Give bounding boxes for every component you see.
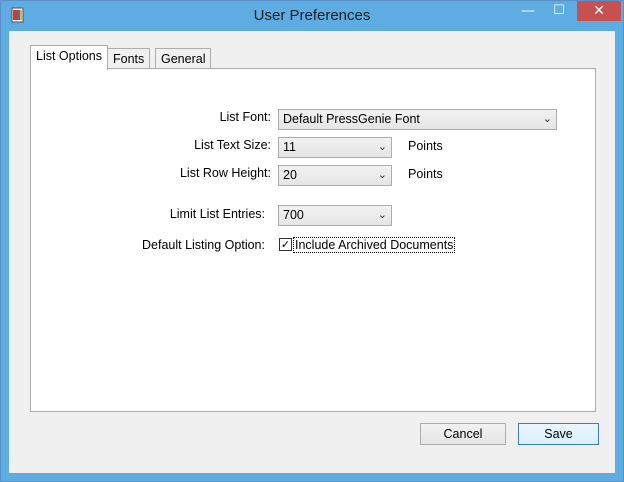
title-bar[interactable]: User Preferences — ☐ ✕ — [1, 1, 623, 31]
minimize-icon: — — [521, 3, 535, 19]
minimize-button[interactable]: — — [513, 1, 543, 21]
list-font-label: List Font: — [219, 110, 271, 124]
limit-list-entries-select[interactable]: 700 ⌄ — [278, 205, 392, 226]
check-mark-icon: ✓ — [280, 238, 291, 251]
preferences-window: User Preferences — ☐ ✕ List Options Font… — [0, 0, 624, 482]
tab-general[interactable]: General — [155, 48, 212, 70]
list-row-height-label: List Row Height: — [179, 166, 271, 180]
list-text-size-unit: Points — [408, 139, 443, 153]
chevron-down-icon: ⌄ — [542, 113, 552, 125]
include-archived-label[interactable]: Include Archived Documents — [293, 237, 456, 253]
list-text-size-value: 11 — [283, 140, 296, 154]
tab-list-options[interactable]: List Options — [30, 45, 109, 70]
limit-list-entries-value: 700 — [283, 208, 304, 222]
list-text-size-label: List Text Size: — [194, 138, 271, 152]
chevron-down-icon: ⌄ — [377, 141, 387, 153]
list-text-size-select[interactable]: 11 ⌄ — [278, 137, 392, 158]
maximize-button[interactable]: ☐ — [544, 1, 574, 21]
list-row-height-select[interactable]: 20 ⌄ — [278, 165, 392, 186]
close-button[interactable]: ✕ — [577, 1, 621, 21]
save-button[interactable]: Save — [518, 423, 599, 445]
limit-list-entries-label: Limit List Entries: — [169, 207, 265, 221]
tab-fonts[interactable]: Fonts — [107, 48, 151, 70]
list-font-select[interactable]: Default PressGenie Font ⌄ — [278, 109, 557, 130]
list-options-panel: List Font: Default PressGenie Font ⌄ Lis… — [30, 68, 596, 412]
default-listing-option-label: Default Listing Option: — [142, 238, 265, 252]
chevron-down-icon: ⌄ — [377, 169, 387, 181]
cancel-button[interactable]: Cancel — [420, 423, 506, 445]
list-row-height-unit: Points — [408, 167, 443, 181]
list-row-height-value: 20 — [283, 168, 297, 182]
close-icon: ✕ — [593, 3, 605, 19]
include-archived-checkbox[interactable]: ✓ — [279, 238, 292, 251]
dialog-client-area: List Options Fonts General List Font: De… — [9, 31, 615, 473]
chevron-down-icon: ⌄ — [377, 209, 387, 221]
list-font-value: Default PressGenie Font — [283, 112, 420, 126]
maximize-icon: ☐ — [553, 3, 565, 18]
